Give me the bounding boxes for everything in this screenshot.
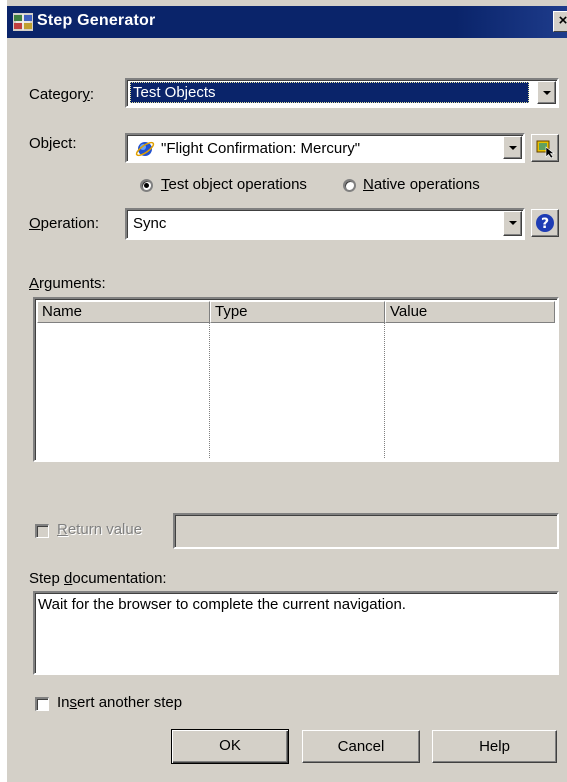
object-dropdown-button[interactable] [503,136,522,159]
category-dropdown-button[interactable] [537,81,556,104]
arguments-grid-header: Name Type Value [37,301,555,323]
grid-divider [209,323,210,458]
step-documentation-text: Wait for the browser to complete the cur… [38,596,406,613]
object-value: "Flight Confirmation: Mercury" [161,140,361,157]
title-bar: Step Generator × [7,6,567,38]
insert-another-step-label[interactable]: Insert another step [57,694,182,711]
grid-divider [384,323,385,458]
cancel-button[interactable]: Cancel [302,730,420,763]
column-header-type[interactable]: Type [210,301,385,323]
category-label: Category: [29,86,95,103]
operation-combo[interactable]: Sync [125,208,525,240]
browser-globe-icon [135,138,155,162]
select-object-button[interactable] [531,134,559,162]
window-title: Step Generator [37,12,156,29]
close-button[interactable]: × [553,11,567,32]
return-value-checkbox[interactable] [35,524,49,538]
arguments-label: Arguments: [29,275,106,292]
test-object-operations-label[interactable]: Test object operations [161,176,307,193]
step-generator-icon [13,13,33,31]
operation-dropdown-button[interactable] [503,211,522,236]
object-repository-pointer-icon [535,138,555,162]
column-header-name[interactable]: Name [37,301,210,323]
help-button[interactable]: Help [432,730,557,763]
return-value-field[interactable] [173,513,559,549]
test-object-operations-radio[interactable] [140,179,153,192]
operation-label: Operation: [29,215,100,232]
step-documentation-textarea[interactable]: Wait for the browser to complete the cur… [33,591,559,675]
object-combo[interactable]: "Flight Confirmation: Mercury" [125,133,525,163]
object-label: Object: [29,135,77,152]
operation-help-button[interactable]: ? [531,209,559,237]
insert-another-step-checkbox[interactable] [35,697,49,711]
help-question-icon: ? [535,213,555,237]
close-icon: × [558,12,567,29]
svg-text:?: ? [541,216,549,232]
return-value-label: Return value [57,521,143,538]
ok-button[interactable]: OK [171,729,289,764]
native-operations-label[interactable]: Native operations [363,176,480,193]
step-generator-dialog: Step Generator × Category: Test Objects … [6,0,567,782]
category-value: Test Objects [130,82,529,103]
category-combo[interactable]: Test Objects [125,78,559,108]
step-documentation-label: Step documentation: [29,570,167,587]
operation-value: Sync [133,215,167,232]
native-operations-radio[interactable] [343,179,356,192]
arguments-grid[interactable]: Name Type Value [33,297,559,462]
column-header-value[interactable]: Value [385,301,555,323]
